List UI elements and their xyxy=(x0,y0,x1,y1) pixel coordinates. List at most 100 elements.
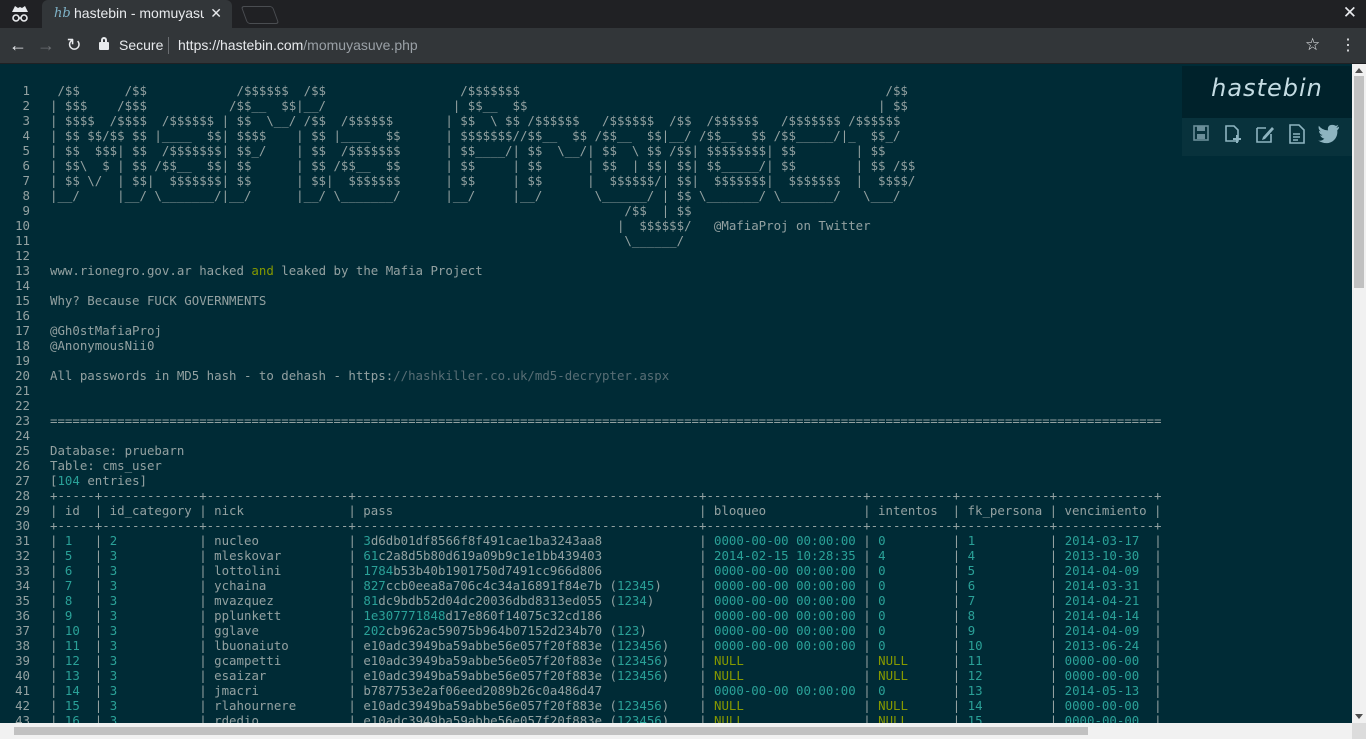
address-bar[interactable]: https://hastebin.com/momuyasuve.php xyxy=(178,37,418,53)
save-icon[interactable] xyxy=(1190,124,1212,146)
cell-vencimiento: 2014-04-14 xyxy=(1064,608,1140,623)
cell-bloqueo: NULL xyxy=(713,698,744,713)
line-number: 39 xyxy=(15,653,30,668)
table-border: +-----+-------------+-------------------… xyxy=(50,518,1162,533)
cell-bloqueo: 0000-00-00 00:00:00 xyxy=(713,563,856,578)
code-text: All passwords in MD5 hash - to dehash - … xyxy=(50,368,394,383)
cell-vencimiento: 0000-00-00 xyxy=(1064,653,1140,668)
link-text: //hashkiller.co.uk/md5-decrypter.aspx xyxy=(393,368,670,383)
browser-tab[interactable]: hb hastebin - momuyasuve ✕ xyxy=(42,0,232,28)
code-line: 29 | id | id_category | nick | pass | blo… xyxy=(0,503,1162,518)
cell-vencimiento: 2014-05-13 xyxy=(1064,683,1140,698)
ascii-banner-line: | $$ $$/$$ $$ |____ $$| $$$$ | $$ |____ … xyxy=(50,128,901,143)
cell-id-category: 3 xyxy=(109,698,118,713)
code-line: 8 |__/ |__/ \_______/|__/ |__/ \_______/ … xyxy=(0,188,1162,203)
back-arrow-icon[interactable]: ← xyxy=(6,33,30,57)
vertical-scroll-thumb[interactable] xyxy=(1354,76,1364,288)
line-number: 36 xyxy=(15,608,30,623)
line-number: 21 xyxy=(15,383,30,398)
code-line: 18 @AnonymousNii0 xyxy=(0,338,1162,353)
cell-pass: e10adc3949ba59abbe56e057f20f883e xyxy=(363,668,603,683)
cell-fk-persona: 15 xyxy=(967,713,983,723)
cell-intentos: 0 xyxy=(878,563,886,578)
cell-vencimiento: 2014-04-09 xyxy=(1064,623,1140,638)
cell-nick: lottolini xyxy=(214,563,282,578)
code-line: 6 | $$\ $ | $$ /$$__ $$| $$ | $$ /$$__ $$… xyxy=(0,158,1162,173)
table-row: 31 | 1 | 2 | nucleo | 3d6db01df8566f8f491… xyxy=(0,533,1162,548)
new-tab-button[interactable] xyxy=(240,6,280,24)
hastebin-favicon-icon: hb xyxy=(54,6,71,21)
ascii-banner-line: | $$\ $ | $$ /$$__ $$| $$ | $$ /$$__ $$ … xyxy=(50,158,916,173)
ascii-banner-line: /$$ | $$ xyxy=(50,203,692,218)
code-line: 24 xyxy=(0,428,1162,443)
bookmark-star-icon[interactable]: ☆ xyxy=(1305,35,1320,55)
hastebin-logo: hastebin xyxy=(1211,74,1323,102)
cell-nick: mvazquez xyxy=(214,593,274,608)
horizontal-scroll-thumb[interactable] xyxy=(14,727,1088,735)
line-number: 26 xyxy=(15,458,30,473)
browser-menu-icon[interactable]: ⋮ xyxy=(1340,35,1356,55)
cell-vencimiento: 0000-00-00 xyxy=(1064,698,1140,713)
cell-fk-persona: 13 xyxy=(967,683,983,698)
cell-pass: e10adc3949ba59abbe56e057f20f883e xyxy=(363,713,603,723)
raw-text-icon[interactable] xyxy=(1286,124,1308,146)
cell-id: 15 xyxy=(64,698,80,713)
tab-close-icon[interactable]: ✕ xyxy=(210,5,222,22)
cell-pass-cleartext: 123456 xyxy=(617,638,662,653)
reload-icon[interactable]: ↻ xyxy=(62,33,86,57)
cell-fk-persona: 12 xyxy=(967,668,983,683)
line-number: 2 xyxy=(22,98,30,113)
ascii-banner-line: \______/ xyxy=(50,233,685,248)
line-number: 18 xyxy=(15,338,30,353)
line-number: 7 xyxy=(22,173,30,188)
line-number: 3 xyxy=(22,113,30,128)
cell-id: 5 xyxy=(64,548,73,563)
ascii-banner-line: | $$$$$$/ @MafiaProj on Twitter xyxy=(50,218,871,233)
separator-rule: ========================================… xyxy=(50,413,1162,428)
line-number: 10 xyxy=(15,218,30,233)
cell-id: 11 xyxy=(64,638,80,653)
ascii-banner-line: | $$$$ /$$$$ /$$$$$$ | $$ \__/ /$$ /$$$$… xyxy=(50,113,901,128)
cell-fk-persona: 8 xyxy=(967,608,976,623)
cell-nick: esaizar xyxy=(214,668,267,683)
cell-bloqueo: NULL xyxy=(714,713,744,723)
code-line: 15 Why? Because FUCK GOVERNMENTS xyxy=(0,293,1162,308)
cell-pass: d6db01df8566f8f491cae1ba3243aa8 xyxy=(370,533,603,548)
cell-id: 14 xyxy=(64,683,80,698)
cell-pass: e10adc3949ba59abbe56e057f20f883e xyxy=(363,698,603,713)
scroll-up-icon[interactable] xyxy=(1355,68,1363,73)
cell-intentos: 0 xyxy=(878,578,886,593)
twitter-icon[interactable] xyxy=(1318,124,1340,146)
cell-pass-numeric: 81 xyxy=(363,593,379,608)
edit-icon[interactable] xyxy=(1254,124,1276,146)
cell-vencimiento: 2013-06-24 xyxy=(1064,638,1140,653)
code-line: 20 All passwords in MD5 hash - to dehash … xyxy=(0,368,1162,383)
cell-pass-cleartext: 12345 xyxy=(617,578,655,593)
vertical-scrollbar[interactable] xyxy=(1352,64,1366,723)
forward-arrow-icon[interactable]: → xyxy=(34,33,58,57)
table-row: 39 | 12 | 3 | gcampetti | e10adc3949ba59a… xyxy=(0,653,1162,668)
code-text: leaked by the Mafia Project xyxy=(273,263,483,278)
tab-strip: hb hastebin - momuyasuve ✕ ✕ xyxy=(0,0,1366,28)
new-document-icon[interactable] xyxy=(1222,124,1244,146)
cell-pass: c2a8d5b80d619a09b9c1e1bb439403 xyxy=(378,548,603,563)
code-line: 9 /$$ | $$ xyxy=(0,203,1162,218)
line-number: 27 xyxy=(15,473,30,488)
lock-icon xyxy=(99,37,109,50)
cell-pass: d17e860f14075c32cd186 xyxy=(445,608,603,623)
window-close-icon[interactable]: ✕ xyxy=(1343,3,1357,23)
horizontal-scrollbar[interactable] xyxy=(0,723,1352,739)
code-line: 1 /$$ /$$ /$$$$$$ /$$ /$$$$$$$ /$$ xyxy=(0,83,1162,98)
scroll-down-icon[interactable] xyxy=(1355,714,1363,719)
code-line: 21 xyxy=(0,383,1162,398)
cell-pass-cleartext: 123456 xyxy=(616,668,662,683)
cell-fk-persona: 9 xyxy=(967,623,976,638)
cell-fk-persona: 11 xyxy=(967,653,983,668)
cell-intentos: 0 xyxy=(878,533,886,548)
cell-pass-cleartext: 123456 xyxy=(617,713,662,723)
cell-id: 16 xyxy=(64,713,80,723)
cell-pass: ccb0eea8a706c4c34a16891f84e7b xyxy=(385,578,603,593)
line-number: 42 xyxy=(15,698,30,713)
line-number: 13 xyxy=(15,263,30,278)
table-header: | id | id_category | nick | pass | bloqu… xyxy=(50,503,1162,518)
